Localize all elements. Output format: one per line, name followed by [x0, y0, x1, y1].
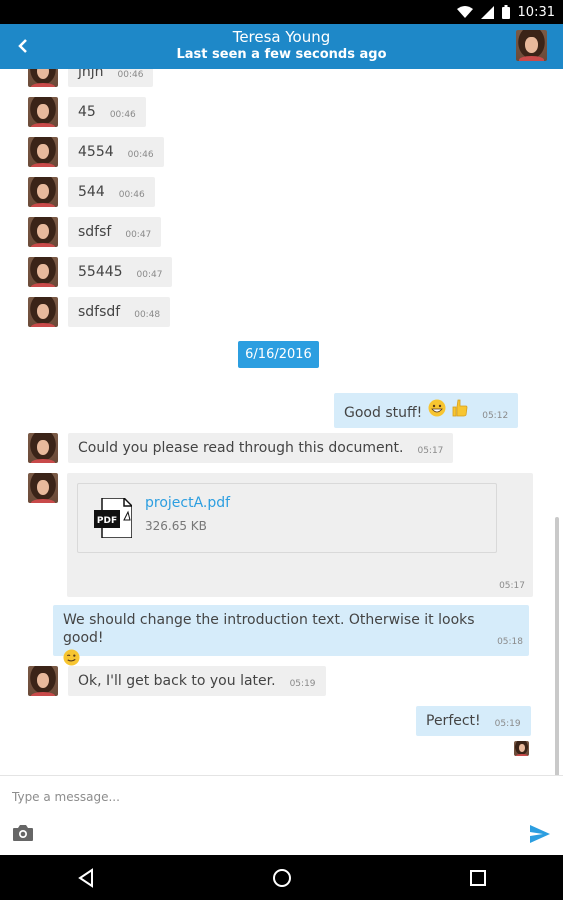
message-bubble[interactable]: sdfsf 00:47 [68, 217, 162, 247]
message-text: Perfect! [426, 713, 481, 729]
nav-back-button[interactable] [74, 866, 98, 890]
nav-home-button[interactable] [270, 866, 294, 890]
message-bubble[interactable]: 45 00:46 [68, 97, 146, 127]
camera-icon [13, 825, 33, 841]
message-incoming: jnjn 00:46 [28, 69, 154, 87]
cell-signal-icon [480, 5, 494, 19]
contact-title[interactable]: Teresa Young Last seen a few seconds ago [100, 28, 463, 63]
pdf-file-icon: PDF [94, 497, 133, 539]
avatar [28, 257, 58, 287]
circle-home-icon [273, 869, 291, 887]
avatar [28, 177, 58, 207]
message-incoming: sdfsdf 00:48 [28, 297, 171, 327]
read-receipt-avatar [514, 741, 529, 756]
triangle-back-icon [78, 868, 93, 888]
status-bar: 10:31 [0, 0, 563, 24]
message-text: sdfsf [78, 224, 112, 240]
message-text: 45 [78, 104, 96, 120]
back-button[interactable] [10, 33, 36, 59]
message-text: 55445 [78, 264, 123, 280]
message-text: Could you please read through this docum… [78, 440, 404, 456]
chat-header: Teresa Young Last seen a few seconds ago [0, 24, 563, 69]
message-time: 05:18 [497, 637, 523, 647]
message-time: 05:17 [499, 581, 525, 591]
avatar [28, 69, 58, 87]
message-bubble[interactable]: 55445 00:47 [68, 257, 173, 287]
chevron-left-icon [18, 39, 27, 53]
message-time: 00:48 [134, 310, 161, 320]
message-incoming: Could you please read through this docum… [28, 433, 454, 463]
message-bubble[interactable]: 4554 00:46 [68, 137, 164, 167]
status-time: 10:31 [517, 4, 555, 20]
message-incoming: Ok, I'll get back to you later. 05:19 [28, 666, 326, 696]
message-time: 05:19 [494, 719, 521, 729]
pdf-label: PDF [97, 516, 117, 526]
message-incoming: 55445 00:47 [28, 257, 173, 287]
system-navigation-bar [0, 855, 563, 900]
avatar [28, 217, 58, 247]
message-bubble[interactable]: Good stuff! 05:12 [334, 393, 519, 428]
scrollbar[interactable] [555, 517, 559, 775]
camera-button[interactable] [12, 824, 34, 842]
message-time: 05:12 [482, 411, 509, 421]
message-time: 00:47 [125, 230, 152, 240]
message-bubble[interactable]: Perfect! 05:19 [416, 706, 531, 736]
contact-avatar[interactable] [516, 30, 547, 61]
message-bubble[interactable]: Could you please read through this docum… [68, 433, 454, 463]
avatar [28, 433, 58, 463]
message-bubble[interactable]: Ok, I'll get back to you later. 05:19 [68, 666, 326, 696]
message-text: sdfsdf [78, 304, 121, 320]
file-name[interactable]: projectA.pdf [145, 495, 230, 511]
message-time: 00:46 [109, 110, 136, 120]
avatar [28, 297, 58, 327]
send-icon [530, 825, 550, 843]
message-time: 05:19 [289, 679, 316, 689]
message-outgoing: Good stuff! 05:12 [334, 393, 519, 428]
message-time: 05:17 [417, 446, 444, 456]
wifi-icon [456, 5, 473, 19]
message-text: Good stuff! [344, 405, 423, 421]
file-size: 326.65 KB [145, 519, 207, 533]
message-incoming: 45 00:46 [28, 97, 146, 127]
message-bubble[interactable]: sdfsdf 00:48 [68, 297, 171, 327]
send-button[interactable] [529, 824, 551, 844]
battery-icon [501, 5, 510, 19]
contact-name: Teresa Young [232, 28, 331, 46]
message-text: Ok, I'll get back to you later. [78, 673, 276, 689]
message-text: We should change the introduction text. … [63, 612, 475, 646]
nav-recents-button[interactable] [466, 866, 490, 890]
message-text: jnjn [78, 69, 104, 80]
message-bubble[interactable]: 544 00:46 [68, 177, 155, 207]
message-text: 544 [78, 184, 105, 200]
file-message-bubble[interactable]: PDF projectA.pdf 326.65 KB 05:17 [67, 473, 533, 597]
message-incoming: sdfsf 00:47 [28, 217, 162, 247]
message-list[interactable]: jnjn 00:46 45 00:46 4554 00:46 544 00:46… [0, 69, 563, 775]
message-bubble[interactable]: jnjn 00:46 [68, 69, 154, 87]
last-seen-status: Last seen a few seconds ago [176, 47, 387, 62]
message-input[interactable] [12, 784, 512, 810]
message-incoming: 4554 00:46 [28, 137, 164, 167]
avatar [28, 137, 58, 167]
avatar [28, 97, 58, 127]
message-outgoing-bubble[interactable]: We should change the introduction text. … [53, 605, 529, 666]
message-outgoing: Perfect! 05:19 [416, 706, 531, 736]
message-text: 4554 [78, 144, 114, 160]
avatar [28, 666, 58, 696]
grinning-face-icon [428, 399, 446, 422]
message-composer [0, 775, 563, 855]
date-separator: 6/16/2016 [238, 341, 319, 368]
file-attachment[interactable]: PDF projectA.pdf 326.65 KB [77, 483, 497, 553]
thumbs-up-icon [452, 399, 468, 422]
message-time: 00:46 [117, 70, 144, 80]
message-incoming: 544 00:46 [28, 177, 155, 207]
message-time: 00:46 [127, 150, 154, 160]
message-time: 00:47 [136, 270, 163, 280]
square-recents-icon [470, 870, 486, 886]
avatar [28, 473, 58, 503]
message-time: 00:46 [118, 190, 145, 200]
